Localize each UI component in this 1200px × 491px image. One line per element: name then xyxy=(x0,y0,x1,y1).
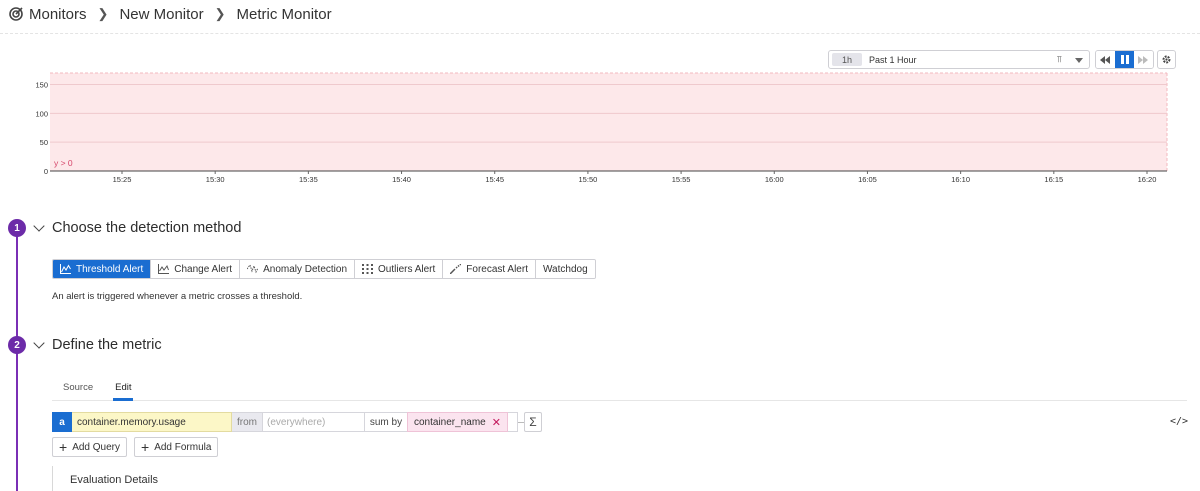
x-tick-label: 15:35 xyxy=(299,175,318,184)
threshold-alert-label: Threshold Alert xyxy=(76,263,144,275)
x-tick-label: 15:40 xyxy=(392,175,411,184)
plus-icon: + xyxy=(59,439,68,455)
step-2-title[interactable]: Define the metric xyxy=(52,337,162,353)
gear-icon[interactable] xyxy=(1157,50,1176,69)
tab-edit[interactable]: Edit xyxy=(104,382,142,401)
step-connector xyxy=(16,236,18,491)
plus-icon: + xyxy=(141,439,150,455)
threshold-alert-button[interactable]: Threshold Alert xyxy=(53,260,152,278)
query-letter[interactable]: a xyxy=(52,412,72,432)
from-label: from xyxy=(232,412,262,432)
chevron-down-icon[interactable] xyxy=(33,220,45,232)
threshold-label: y > 0 xyxy=(54,158,73,168)
close-icon[interactable]: ✕ xyxy=(492,416,501,429)
y-tick-label: 0 xyxy=(44,167,48,176)
x-tick-label: 15:30 xyxy=(206,175,225,184)
detection-description: An alert is triggered whenever a metric … xyxy=(52,291,303,302)
metric-tabs: Source Edit xyxy=(52,382,1187,401)
code-toggle-icon[interactable]: </> xyxy=(1170,416,1188,427)
time-range-picker[interactable]: 1h Past 1 Hour ⫪ xyxy=(828,50,1090,69)
group-by-label: container_name xyxy=(414,416,486,428)
x-tick-label: 16:15 xyxy=(1044,175,1063,184)
y-tick-label: 150 xyxy=(35,81,48,90)
group-by-input[interactable] xyxy=(507,412,518,432)
breadcrumb-metric-monitor: Metric Monitor xyxy=(236,5,332,23)
breadcrumb-new-monitor[interactable]: New Monitor xyxy=(119,6,203,23)
change-icon xyxy=(158,264,170,274)
step-1-badge: 1 xyxy=(8,219,26,237)
query-row: a container.memory.usage from (everywher… xyxy=(52,412,542,432)
fast-forward-icon[interactable] xyxy=(1134,51,1153,68)
chevron-right-icon: ❯ xyxy=(97,6,109,21)
chevron-down-icon[interactable] xyxy=(1075,58,1083,63)
add-query-button[interactable]: + Add Query xyxy=(52,437,127,457)
add-formula-label: Add Formula xyxy=(154,441,212,453)
monitor-logo-icon xyxy=(9,7,23,21)
x-tick-label: 16:05 xyxy=(858,175,877,184)
x-tick-label: 15:45 xyxy=(485,175,504,184)
metric-input[interactable]: container.memory.usage xyxy=(72,412,232,432)
rewind-icon[interactable] xyxy=(1096,51,1115,68)
chevron-down-icon[interactable] xyxy=(33,337,45,349)
anomaly-detection-label: Anomaly Detection xyxy=(263,263,348,275)
forecast-alert-button[interactable]: Forecast Alert xyxy=(443,260,536,278)
watchdog-button[interactable]: Watchdog xyxy=(535,260,595,278)
threshold-region xyxy=(50,73,1167,171)
chevron-right-icon: ❯ xyxy=(214,6,226,21)
watchdog-label: Watchdog xyxy=(542,263,588,275)
evaluation-divider xyxy=(52,466,53,491)
detection-method-selector: Threshold Alert Change Alert Anomaly Det… xyxy=(52,259,596,279)
aggregation-select[interactable]: sum by xyxy=(365,412,407,432)
time-range-label: Past 1 Hour xyxy=(869,54,917,65)
time-range-badge: 1h xyxy=(832,53,862,66)
pause-icon[interactable] xyxy=(1115,51,1134,68)
x-tick-label: 16:00 xyxy=(765,175,784,184)
outliers-alert-button[interactable]: Outliers Alert xyxy=(355,260,444,278)
pin-icon[interactable]: ⫪ xyxy=(1057,54,1062,65)
metric-chart: 0 50 100 150 15:25 15:30 15:35 15:40 15:45 15:50 1… xyxy=(35,72,1168,184)
x-tick-label: 15:55 xyxy=(672,175,691,184)
x-tick-label: 15:25 xyxy=(113,175,132,184)
breadcrumb-monitors[interactable]: Monitors xyxy=(29,6,87,23)
x-tick-label: 16:10 xyxy=(951,175,970,184)
breadcrumb: Monitors ❯ New Monitor ❯ Metric Monitor xyxy=(8,4,332,24)
playback-controls xyxy=(1095,50,1154,69)
evaluation-details-title[interactable]: Evaluation Details xyxy=(70,474,158,486)
group-by-tag[interactable]: container_name ✕ xyxy=(407,412,508,432)
x-tick-label: 16:20 xyxy=(1138,175,1157,184)
add-query-label: Add Query xyxy=(72,441,120,453)
step-2-badge: 2 xyxy=(8,336,26,354)
y-tick-label: 100 xyxy=(35,109,48,118)
outliers-icon xyxy=(362,264,374,274)
header-divider xyxy=(0,33,1200,34)
scope-input[interactable]: (everywhere) xyxy=(262,412,365,432)
function-sigma-button[interactable]: Σ xyxy=(523,412,542,432)
outliers-alert-label: Outliers Alert xyxy=(378,263,436,275)
change-alert-button[interactable]: Change Alert xyxy=(151,260,241,278)
anomaly-icon xyxy=(247,264,259,274)
tab-source[interactable]: Source xyxy=(52,382,104,400)
step-1-title[interactable]: Choose the detection method xyxy=(52,220,241,236)
change-alert-label: Change Alert xyxy=(174,263,233,275)
forecast-alert-label: Forecast Alert xyxy=(466,263,528,275)
anomaly-detection-button[interactable]: Anomaly Detection xyxy=(240,260,356,278)
threshold-icon xyxy=(60,264,71,274)
forecast-icon xyxy=(450,264,462,274)
x-tick-label: 15:50 xyxy=(579,175,598,184)
y-tick-label: 50 xyxy=(40,138,48,147)
add-formula-button[interactable]: + Add Formula xyxy=(134,437,219,457)
